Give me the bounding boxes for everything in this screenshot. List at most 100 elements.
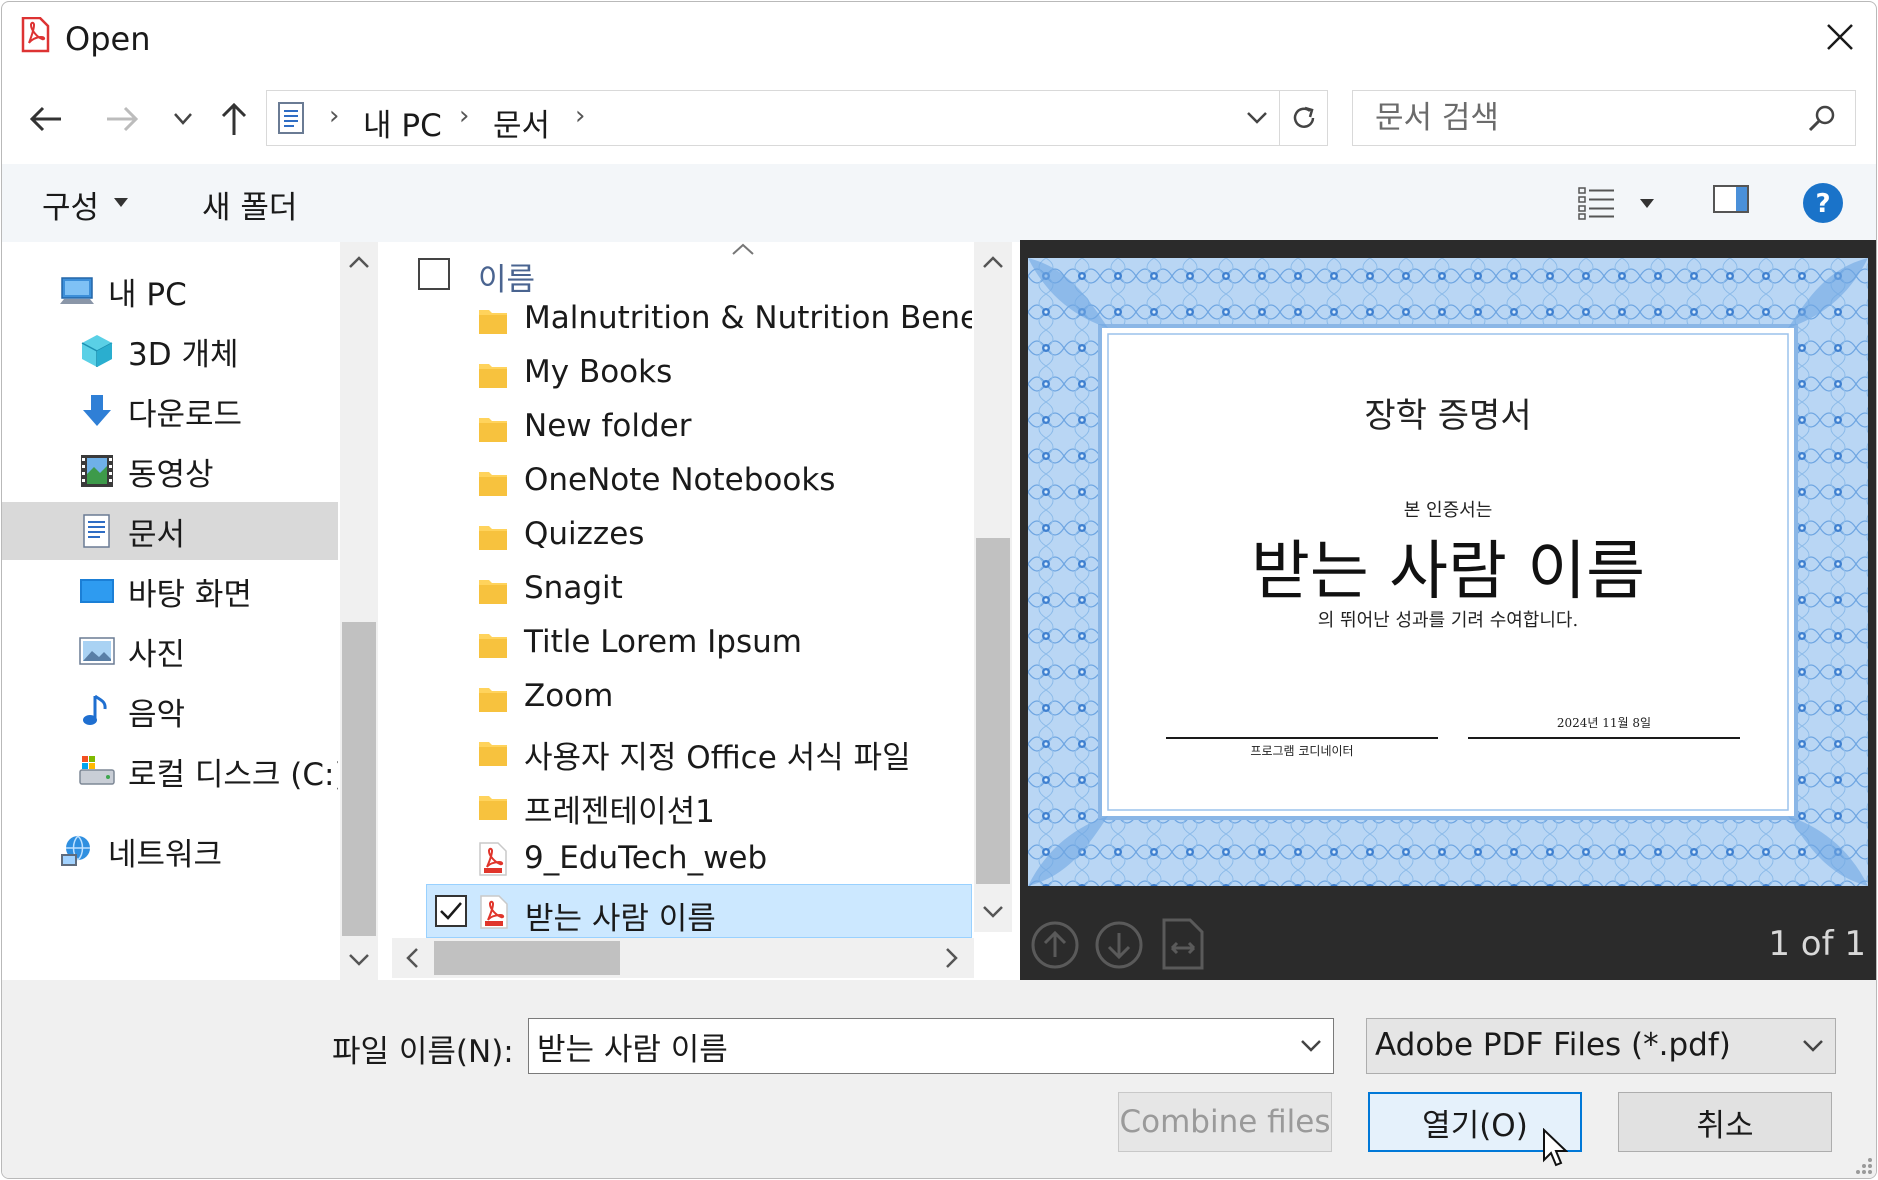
mouse-cursor-icon bbox=[1543, 1128, 1568, 1167]
breadcrumb-documents[interactable]: 문서 bbox=[493, 100, 550, 145]
certificate-preview: 장학 증명서 본 인증서는 받는 사람 이름 의 뛰어난 성과를 기려 수여합니… bbox=[1028, 258, 1868, 886]
folder-icon bbox=[479, 634, 507, 658]
list-item[interactable]: Zoom bbox=[426, 670, 972, 724]
sidebar-item-videos[interactable]: 동영상 bbox=[2, 442, 338, 500]
details-view-icon bbox=[1578, 187, 1614, 220]
local-disk-icon bbox=[79, 756, 115, 785]
list-item[interactable]: 프레젠테이션1 bbox=[426, 778, 972, 832]
sidebar-item-documents[interactable]: 문서 bbox=[2, 502, 338, 560]
list-item-selected[interactable]: 받는 사람 이름 bbox=[426, 884, 972, 938]
sidebar-item-label: 3D 개체 bbox=[128, 336, 239, 373]
file-name: OneNote Notebooks bbox=[524, 462, 836, 498]
file-name: New folder bbox=[524, 408, 692, 444]
list-item[interactable]: New folder bbox=[426, 400, 972, 454]
address-bar[interactable]: › 내 PC › 문서 › bbox=[266, 90, 1328, 146]
scroll-up-arrow[interactable] bbox=[974, 242, 1012, 282]
chevron-down-icon bbox=[349, 954, 369, 966]
sidebar-item-label: 문서 bbox=[128, 516, 186, 553]
breadcrumb-separator: › bbox=[329, 101, 340, 131]
certificate-body: 의 뛰어난 성과를 기려 수여합니다. bbox=[1317, 610, 1579, 631]
sidebar-item-label: 내 PC bbox=[108, 276, 187, 313]
list-item[interactable]: My Books bbox=[426, 346, 972, 400]
chevron-left-icon bbox=[406, 948, 418, 968]
sidebar-item-downloads[interactable]: 다운로드 bbox=[2, 382, 338, 440]
new-folder-button[interactable]: 새 폴더 bbox=[202, 182, 297, 227]
computer-icon bbox=[60, 277, 94, 304]
list-item[interactable]: OneNote Notebooks bbox=[426, 454, 972, 508]
chevron-right-icon bbox=[946, 948, 958, 968]
folder-icon bbox=[479, 418, 507, 442]
caret-down-icon bbox=[1640, 199, 1654, 208]
sidebar-item-label: 바탕 화면 bbox=[128, 576, 252, 613]
file-type-value: Adobe PDF Files (*.pdf) bbox=[1375, 1027, 1731, 1063]
fit-width-icon bbox=[1162, 918, 1204, 970]
list-item[interactable]: Title Lorem Ipsum bbox=[426, 616, 972, 670]
combine-files-button[interactable]: Combine files bbox=[1118, 1092, 1332, 1152]
resize-grip-icon[interactable] bbox=[1852, 1154, 1874, 1176]
filename-combobox[interactable] bbox=[528, 1018, 1334, 1074]
svg-text:?: ? bbox=[1815, 189, 1830, 219]
sidebar-item-label: 로컬 디스크 (C:) bbox=[128, 756, 338, 793]
file-list-hscrollbar[interactable] bbox=[392, 938, 974, 978]
previous-page-button[interactable] bbox=[1030, 920, 1080, 970]
organize-button[interactable]: 구성 bbox=[42, 182, 99, 227]
file-list-vscrollbar[interactable] bbox=[974, 242, 1012, 932]
select-all-checkbox[interactable] bbox=[418, 258, 450, 290]
scroll-thumb[interactable] bbox=[342, 622, 376, 936]
arrow-up-circle-icon bbox=[1031, 921, 1079, 969]
scroll-right-arrow[interactable] bbox=[932, 938, 972, 978]
scroll-thumb[interactable] bbox=[434, 941, 620, 975]
pdf-app-icon bbox=[20, 16, 50, 53]
close-button[interactable] bbox=[1804, 2, 1876, 72]
search-icon bbox=[1808, 105, 1835, 132]
file-name: 사용자 지정 Office 서식 파일 bbox=[524, 740, 911, 776]
list-item[interactable]: Malnutrition & Nutrition Benefits bbox=[426, 292, 972, 346]
scroll-thumb[interactable] bbox=[976, 538, 1010, 884]
up-button[interactable] bbox=[212, 96, 256, 142]
scroll-down-arrow[interactable] bbox=[340, 940, 378, 980]
list-item[interactable]: Snagit bbox=[426, 562, 972, 616]
filename-input[interactable] bbox=[537, 1025, 1277, 1067]
scroll-left-arrow[interactable] bbox=[392, 938, 432, 978]
forward-button[interactable] bbox=[98, 98, 146, 140]
back-button[interactable] bbox=[22, 98, 70, 140]
file-type-dropdown-button[interactable] bbox=[1791, 1019, 1835, 1073]
list-item[interactable]: 9_EduTech_web bbox=[426, 832, 972, 886]
file-name: My Books bbox=[524, 354, 673, 390]
list-item[interactable]: Quizzes bbox=[426, 508, 972, 562]
search-box[interactable] bbox=[1352, 90, 1856, 146]
breadcrumb-this-pc[interactable]: 내 PC bbox=[363, 100, 442, 145]
caret-down-icon bbox=[114, 198, 128, 207]
sidebar-item-music[interactable]: 음악 bbox=[2, 682, 338, 740]
next-page-button[interactable] bbox=[1094, 920, 1144, 970]
certificate-date: 2024년 11월 8일 bbox=[1556, 716, 1652, 730]
file-name: Title Lorem Ipsum bbox=[524, 624, 802, 660]
cancel-button[interactable]: 취소 bbox=[1618, 1092, 1832, 1152]
search-input[interactable] bbox=[1375, 99, 1775, 137]
sidebar-item-desktop[interactable]: 바탕 화면 bbox=[2, 562, 338, 620]
scroll-down-arrow[interactable] bbox=[974, 892, 1012, 932]
list-item[interactable]: 사용자 지정 Office 서식 파일 bbox=[426, 724, 972, 778]
scroll-up-arrow[interactable] bbox=[340, 242, 378, 282]
sidebar-item-this-pc[interactable]: 내 PC bbox=[2, 262, 338, 320]
sidebar-item-pictures[interactable]: 사진 bbox=[2, 622, 338, 680]
fit-width-button[interactable] bbox=[1160, 916, 1206, 972]
preview-pane-button[interactable] bbox=[1712, 182, 1752, 222]
file-type-select[interactable]: Adobe PDF Files (*.pdf) bbox=[1366, 1018, 1836, 1074]
sidebar-item-label: 사진 bbox=[128, 636, 186, 673]
sidebar-item-network[interactable]: 네트워크 bbox=[2, 822, 338, 880]
help-button[interactable]: ? bbox=[1802, 182, 1844, 224]
recent-locations-button[interactable] bbox=[168, 102, 198, 136]
view-options-button[interactable] bbox=[1572, 182, 1662, 224]
item-checkbox-checked[interactable] bbox=[435, 895, 467, 927]
sidebar-item-local-disk[interactable]: 로컬 디스크 (C:) bbox=[2, 742, 338, 800]
filename-dropdown-button[interactable] bbox=[1289, 1019, 1333, 1073]
refresh-button[interactable] bbox=[1279, 91, 1327, 145]
arrow-down-circle-icon bbox=[1095, 921, 1143, 969]
nav-pane-scrollbar[interactable] bbox=[340, 242, 378, 980]
folder-icon bbox=[479, 580, 507, 604]
address-dropdown-button[interactable] bbox=[1237, 91, 1277, 145]
chevron-up-icon bbox=[349, 256, 369, 268]
pdf-file-icon bbox=[480, 895, 508, 929]
sidebar-item-3d-objects[interactable]: 3D 개체 bbox=[2, 322, 338, 380]
